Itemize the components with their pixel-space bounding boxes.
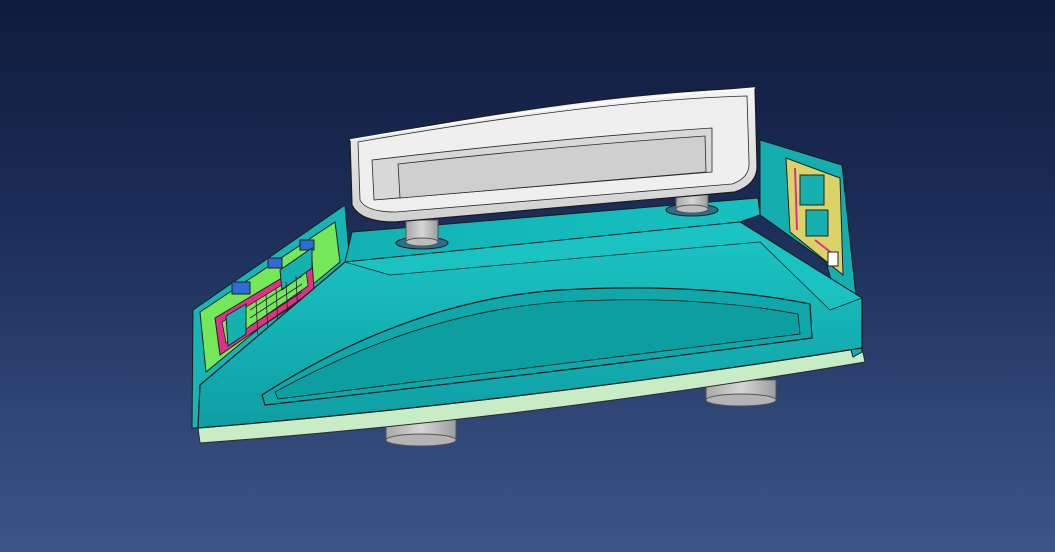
scale-model[interactable] bbox=[0, 0, 1055, 552]
cad-viewport[interactable] bbox=[0, 0, 1055, 552]
